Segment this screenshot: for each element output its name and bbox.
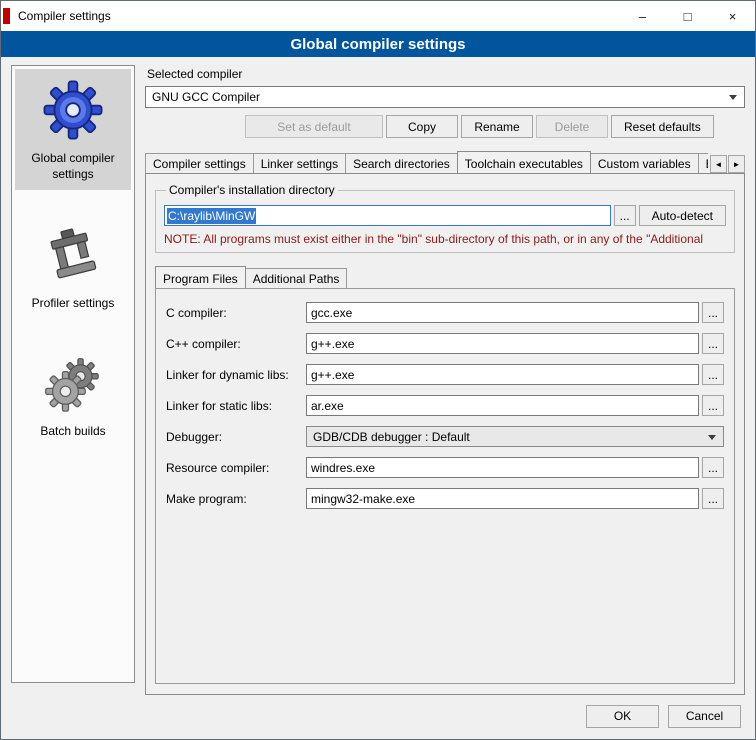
profiler-icon <box>43 226 103 286</box>
tab-additional-paths[interactable]: Additional Paths <box>245 268 348 288</box>
settings-sidebar: Global compiler settings Profiler settin… <box>11 65 135 683</box>
cpp-compiler-label: C++ compiler: <box>166 337 306 351</box>
install-dir-input[interactable]: C:\raylib\MinGW <box>164 205 611 226</box>
linker-dynamic-browse-button[interactable]: ... <box>702 364 724 385</box>
program-files-panel: C compiler: ... C++ compiler: ... Linker… <box>155 288 735 684</box>
maximize-button[interactable]: □ <box>665 1 710 31</box>
debugger-row: Debugger: GDB/CDB debugger : Default <box>166 426 724 447</box>
main-area: Global compiler settings Profiler settin… <box>1 57 755 701</box>
gear-blue-icon <box>42 79 104 141</box>
dialog-header: Global compiler settings <box>1 31 755 57</box>
tab-scroll-controls: ◄ ► <box>710 155 745 173</box>
cancel-button[interactable]: Cancel <box>668 705 741 728</box>
c-compiler-input[interactable] <box>306 302 699 323</box>
delete-button[interactable]: Delete <box>536 115 608 138</box>
copy-button[interactable]: Copy <box>386 115 458 138</box>
subtabs-strip: Program Files Additional Paths <box>155 266 735 288</box>
bin-directory-note: NOTE: All programs must exist either in … <box>164 232 726 246</box>
close-button[interactable]: × <box>710 1 755 31</box>
compiler-settings-window: { "window": { "title": "Compiler setting… <box>0 0 756 740</box>
linker-static-label: Linker for static libs: <box>166 399 306 413</box>
sidebar-item-label: Batch builds <box>40 424 105 440</box>
tab-scroll-left-icon[interactable]: ◄ <box>710 155 727 173</box>
settings-tabbar: Compiler settings Linker settings Search… <box>145 151 745 173</box>
make-program-row: Make program: ... <box>166 488 724 509</box>
compiler-select-value: GNU GCC Compiler <box>152 90 260 104</box>
tab-scroll-right-icon[interactable]: ► <box>728 155 745 173</box>
linker-dynamic-label: Linker for dynamic libs: <box>166 368 306 382</box>
reset-defaults-button[interactable]: Reset defaults <box>611 115 714 138</box>
minimize-button[interactable]: – <box>620 1 665 31</box>
debugger-label: Debugger: <box>166 430 306 444</box>
c-compiler-label: C compiler: <box>166 306 306 320</box>
tab-program-files[interactable]: Program Files <box>155 266 246 288</box>
tabs-strip: Compiler settings Linker settings Search… <box>145 151 708 173</box>
compiler-select[interactable]: GNU GCC Compiler <box>145 86 745 108</box>
content-area: Selected compiler GNU GCC Compiler Set a… <box>145 65 745 695</box>
install-dir-value: C:\raylib\MinGW <box>167 208 256 224</box>
linker-dynamic-input[interactable] <box>306 364 699 385</box>
tab-toolchain-executables[interactable]: Toolchain executables <box>457 151 591 173</box>
c-compiler-browse-button[interactable]: ... <box>702 302 724 323</box>
sidebar-item-global-compiler-settings[interactable]: Global compiler settings <box>15 69 131 190</box>
tab-compiler-settings[interactable]: Compiler settings <box>145 153 254 173</box>
tab-custom-variables[interactable]: Custom variables <box>590 153 699 173</box>
gears-gray-icon <box>44 356 102 414</box>
chevron-down-icon <box>708 435 716 440</box>
titlebar: Compiler settings – □ × <box>1 1 755 31</box>
window-icon <box>3 8 10 24</box>
linker-static-row: Linker for static libs: ... <box>166 395 724 416</box>
tab-search-directories[interactable]: Search directories <box>345 153 458 173</box>
rename-button[interactable]: Rename <box>461 115 533 138</box>
sidebar-item-profiler-settings[interactable]: Profiler settings <box>15 216 131 320</box>
make-program-label: Make program: <box>166 492 306 506</box>
linker-static-browse-button[interactable]: ... <box>702 395 724 416</box>
debugger-select-value: GDB/CDB debugger : Default <box>313 430 470 444</box>
resource-compiler-label: Resource compiler: <box>166 461 306 475</box>
compiler-actions: Set as default Copy Rename Delete Reset … <box>145 115 745 138</box>
installation-directory-row: C:\raylib\MinGW ... Auto-detect <box>164 205 726 226</box>
chevron-down-icon <box>729 95 737 100</box>
resource-compiler-browse-button[interactable]: ... <box>702 457 724 478</box>
sidebar-item-label: Global compiler settings <box>17 151 129 182</box>
program-files-tabbar: Program Files Additional Paths <box>155 266 735 288</box>
selected-compiler-label: Selected compiler <box>147 67 745 81</box>
cpp-compiler-browse-button[interactable]: ... <box>702 333 724 354</box>
resource-compiler-row: Resource compiler: ... <box>166 457 724 478</box>
dialog-footer: OK Cancel <box>1 701 755 739</box>
auto-detect-button[interactable]: Auto-detect <box>639 205 726 226</box>
set-as-default-button[interactable]: Set as default <box>245 115 383 138</box>
installation-directory-group: Compiler's installation directory C:\ray… <box>155 183 735 253</box>
sidebar-item-batch-builds[interactable]: Batch builds <box>15 346 131 448</box>
debugger-select[interactable]: GDB/CDB debugger : Default <box>306 426 724 447</box>
make-program-input[interactable] <box>306 488 699 509</box>
window-title: Compiler settings <box>18 9 111 23</box>
window-controls: – □ × <box>620 1 755 31</box>
ok-button[interactable]: OK <box>586 705 659 728</box>
resource-compiler-input[interactable] <box>306 457 699 478</box>
installation-directory-legend: Compiler's installation directory <box>166 183 338 197</box>
install-dir-browse-button[interactable]: ... <box>614 205 636 226</box>
make-program-browse-button[interactable]: ... <box>702 488 724 509</box>
linker-dynamic-row: Linker for dynamic libs: ... <box>166 364 724 385</box>
cpp-compiler-input[interactable] <box>306 333 699 354</box>
cpp-compiler-row: C++ compiler: ... <box>166 333 724 354</box>
tab-linker-settings[interactable]: Linker settings <box>253 153 346 173</box>
toolchain-executables-panel: Compiler's installation directory C:\ray… <box>145 173 745 695</box>
linker-static-input[interactable] <box>306 395 699 416</box>
sidebar-item-label: Profiler settings <box>32 296 115 312</box>
c-compiler-row: C compiler: ... <box>166 302 724 323</box>
tab-build-options[interactable]: Buil <box>698 153 708 173</box>
